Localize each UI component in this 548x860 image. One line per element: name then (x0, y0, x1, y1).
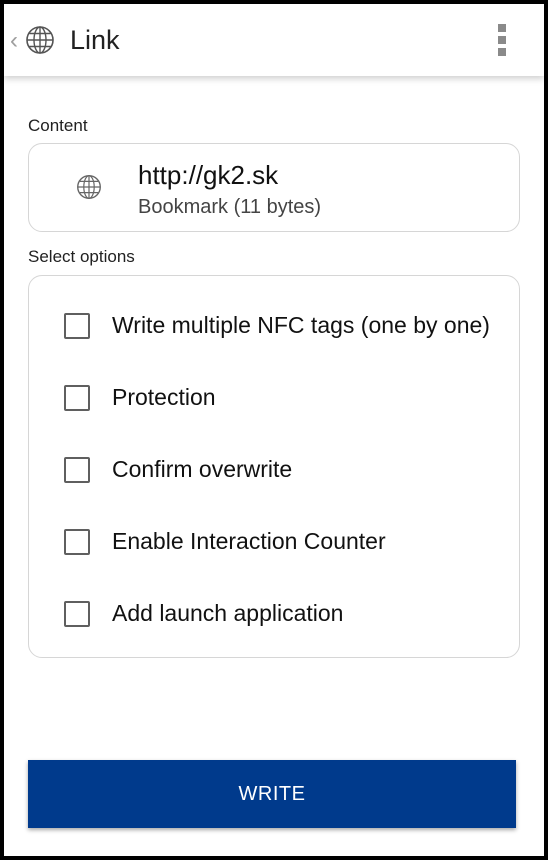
content-section-label: Content (28, 116, 88, 135)
checkbox[interactable] (64, 385, 90, 411)
checkbox[interactable] (64, 601, 90, 627)
option-launch-application[interactable]: Add launch application (29, 590, 519, 640)
checkbox[interactable] (64, 313, 90, 339)
option-protection[interactable]: Protection (29, 374, 519, 424)
globe-icon[interactable] (25, 25, 55, 55)
option-label: Protection (112, 384, 216, 410)
screen: ‹ Link Content http://gk2.sk Bookmark (1… (4, 4, 544, 856)
options-card: Write multiple NFC tags (one by one) Pro… (28, 275, 520, 658)
option-label: Write multiple NFC tags (one by one) (112, 312, 490, 338)
checkbox[interactable] (64, 457, 90, 483)
globe-icon (77, 175, 101, 199)
option-label: Add launch application (112, 600, 344, 626)
checkbox[interactable] (64, 529, 90, 555)
option-write-multiple[interactable]: Write multiple NFC tags (one by one) (29, 302, 519, 352)
chevron-left-icon[interactable]: ‹ (10, 24, 24, 58)
content-record-type: Bookmark (11 bytes) (138, 196, 322, 218)
more-vert-icon[interactable] (492, 22, 512, 58)
content-url: http://gk2.sk (138, 160, 279, 190)
option-label: Confirm overwrite (112, 456, 293, 482)
app-bar: ‹ Link (4, 4, 544, 76)
content-card[interactable]: http://gk2.sk Bookmark (11 bytes) (28, 143, 520, 232)
options-section-label: Select options (28, 247, 135, 266)
option-label: Enable Interaction Counter (112, 528, 386, 554)
page-title: Link (70, 25, 120, 55)
write-button[interactable]: WRITE (28, 760, 516, 828)
option-interaction-counter[interactable]: Enable Interaction Counter (29, 518, 519, 568)
option-confirm-overwrite[interactable]: Confirm overwrite (29, 446, 519, 496)
